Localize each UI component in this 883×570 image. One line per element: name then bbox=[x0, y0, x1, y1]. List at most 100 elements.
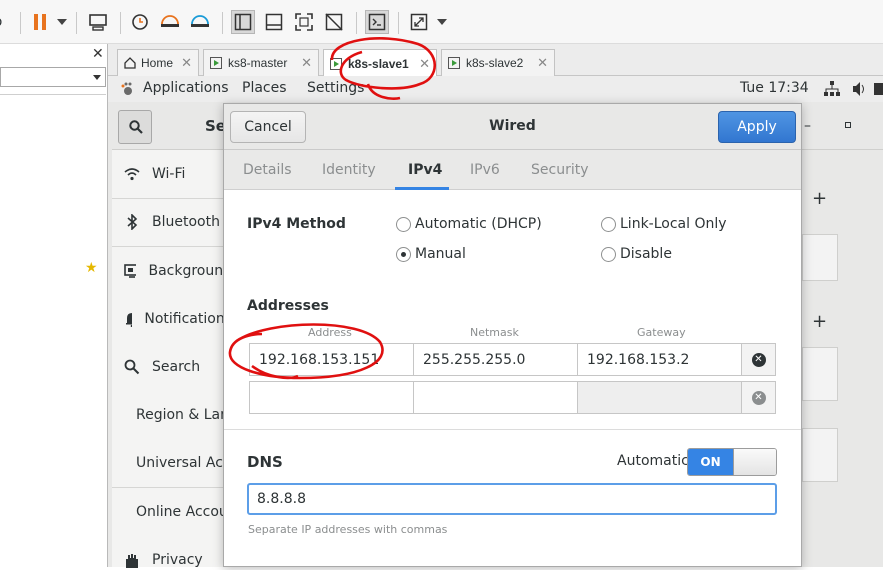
tab-k8s-slave1[interactable]: k8s-slave1 ✕ bbox=[323, 49, 437, 77]
close-circle-icon: ✕ bbox=[751, 352, 766, 367]
sidebar-toggle-icon[interactable] bbox=[231, 10, 255, 34]
vm-toolbar: o bbox=[0, 0, 883, 44]
toggle-knob[interactable] bbox=[733, 449, 776, 475]
settings-panel-edge bbox=[802, 347, 838, 401]
remove-address-button[interactable]: ✕ bbox=[741, 381, 776, 414]
toolbar-separator bbox=[222, 12, 223, 34]
power-icon[interactable] bbox=[874, 81, 883, 101]
background-icon bbox=[124, 264, 137, 278]
close-tab-icon[interactable]: ✕ bbox=[537, 55, 548, 71]
dialog-tabs: Details Identity IPv4 IPv6 Security bbox=[224, 150, 801, 190]
snapshot-icon[interactable] bbox=[128, 10, 152, 34]
tab-details[interactable]: Details bbox=[243, 162, 292, 178]
maximize-icon[interactable] bbox=[845, 122, 851, 128]
address-field[interactable] bbox=[249, 381, 414, 414]
toggle-on-label: ON bbox=[688, 449, 733, 475]
tab-ipv4[interactable]: IPv4 bbox=[408, 162, 442, 178]
dns-label: DNS bbox=[247, 453, 283, 471]
revert-snapshot-icon[interactable] bbox=[158, 10, 182, 34]
sidebar-item-privacy[interactable]: Privacy bbox=[124, 550, 223, 570]
tab-ipv6[interactable]: IPv6 bbox=[470, 162, 500, 178]
home-icon bbox=[124, 57, 136, 69]
snapshot-manager-icon[interactable] bbox=[188, 10, 212, 34]
tab-ks8-master[interactable]: ks8-master ✕ bbox=[203, 49, 319, 76]
close-circle-icon: ✕ bbox=[751, 390, 766, 405]
send-keys-icon[interactable] bbox=[86, 10, 110, 34]
chevron-down-icon[interactable] bbox=[50, 10, 74, 34]
wired-dialog: Cancel Wired Apply Details Identity IPv4… bbox=[223, 103, 802, 567]
sidebar-item-label: Privacy bbox=[152, 552, 203, 568]
sidebar-item-region[interactable]: Region & Language bbox=[124, 405, 223, 425]
gateway-field[interactable] bbox=[577, 381, 742, 414]
console-icon[interactable] bbox=[365, 10, 389, 34]
library-search-input[interactable] bbox=[0, 67, 106, 87]
volume-icon[interactable] bbox=[852, 81, 868, 101]
dialog-title: Wired bbox=[489, 118, 536, 134]
divider bbox=[0, 94, 106, 95]
column-header-netmask: Netmask bbox=[470, 326, 519, 339]
search-icon bbox=[124, 359, 140, 375]
search-icon bbox=[129, 120, 143, 134]
sidebar-item-label: Region & Language bbox=[136, 407, 223, 423]
unity-icon[interactable] bbox=[322, 10, 346, 34]
divider bbox=[112, 246, 232, 247]
column-header-address: Address bbox=[308, 326, 352, 339]
radio-label[interactable]: Link-Local Only bbox=[620, 216, 727, 232]
active-tab-indicator bbox=[395, 187, 449, 190]
netmask-field[interactable]: 255.255.255.0 bbox=[413, 343, 578, 376]
addresses-label: Addresses bbox=[247, 298, 329, 314]
sidebar-item-label: Universal Access bbox=[136, 455, 223, 471]
settings-search-button[interactable] bbox=[118, 110, 152, 144]
radio-disable[interactable] bbox=[601, 247, 616, 262]
sidebar-item-bluetooth[interactable]: Bluetooth bbox=[124, 212, 220, 232]
add-icon[interactable]: + bbox=[812, 188, 827, 209]
sidebar-item-label: Background bbox=[148, 263, 232, 279]
close-icon[interactable]: ✕ bbox=[92, 46, 104, 62]
sidebar-item-notifications[interactable]: Notifications bbox=[124, 309, 232, 329]
column-header-gateway: Gateway bbox=[637, 326, 686, 339]
apply-button[interactable]: Apply bbox=[718, 111, 796, 143]
sidebar-item-label: Notifications bbox=[144, 311, 232, 327]
applications-menu[interactable]: Applications bbox=[143, 80, 229, 96]
pause-icon[interactable] bbox=[28, 10, 52, 34]
tab-k8s-slave2[interactable]: k8s-slave2 ✕ bbox=[441, 49, 555, 76]
close-tab-icon[interactable]: ✕ bbox=[419, 56, 430, 72]
sidebar-item-wifi[interactable]: Wi-Fi bbox=[124, 164, 185, 184]
thumbnail-bar-icon[interactable] bbox=[262, 10, 286, 34]
gateway-field[interactable]: 192.168.153.2 bbox=[577, 343, 742, 376]
radio-link-local[interactable] bbox=[601, 217, 616, 232]
sidebar-item-search[interactable]: Search bbox=[124, 357, 200, 377]
partial-icon: o bbox=[0, 10, 10, 34]
sidebar-item-universal-access[interactable]: Universal Access bbox=[124, 453, 223, 473]
places-menu[interactable]: Places bbox=[242, 80, 287, 96]
dns-input[interactable]: 8.8.8.8 bbox=[247, 483, 777, 515]
network-icon[interactable] bbox=[824, 81, 840, 101]
radio-manual[interactable] bbox=[396, 247, 411, 262]
clock[interactable]: Tue 17:34 bbox=[740, 80, 809, 96]
chevron-down-icon[interactable] bbox=[430, 10, 454, 34]
bluetooth-icon bbox=[127, 214, 138, 230]
radio-label[interactable]: Automatic (DHCP) bbox=[415, 216, 542, 232]
add-icon[interactable]: + bbox=[812, 311, 827, 332]
tab-home[interactable]: Home ✕ bbox=[117, 49, 199, 76]
wifi-icon bbox=[124, 168, 140, 181]
radio-automatic-dhcp[interactable] bbox=[396, 217, 411, 232]
favorite-star-icon[interactable]: ★ bbox=[85, 260, 98, 276]
minimize-icon[interactable]: – bbox=[804, 118, 811, 134]
settings-menu[interactable]: Settings bbox=[307, 80, 364, 96]
tab-security[interactable]: Security bbox=[531, 162, 589, 178]
netmask-field[interactable] bbox=[413, 381, 578, 414]
remove-address-button[interactable]: ✕ bbox=[741, 343, 776, 376]
tab-identity[interactable]: Identity bbox=[322, 162, 376, 178]
radio-label[interactable]: Disable bbox=[620, 246, 672, 262]
dns-automatic-toggle[interactable]: ON bbox=[687, 448, 777, 476]
close-tab-icon[interactable]: ✕ bbox=[181, 55, 192, 71]
close-tab-icon[interactable]: ✕ bbox=[301, 55, 312, 71]
sidebar-item-online-accounts[interactable]: Online Accounts bbox=[124, 502, 223, 522]
sidebar-item-background[interactable]: Background bbox=[124, 261, 232, 281]
address-field[interactable]: 192.168.153.151 bbox=[249, 343, 414, 376]
fullscreen-icon[interactable] bbox=[292, 10, 316, 34]
radio-label[interactable]: Manual bbox=[415, 246, 466, 262]
stretch-icon[interactable] bbox=[407, 10, 431, 34]
toolbar-separator bbox=[120, 12, 121, 34]
